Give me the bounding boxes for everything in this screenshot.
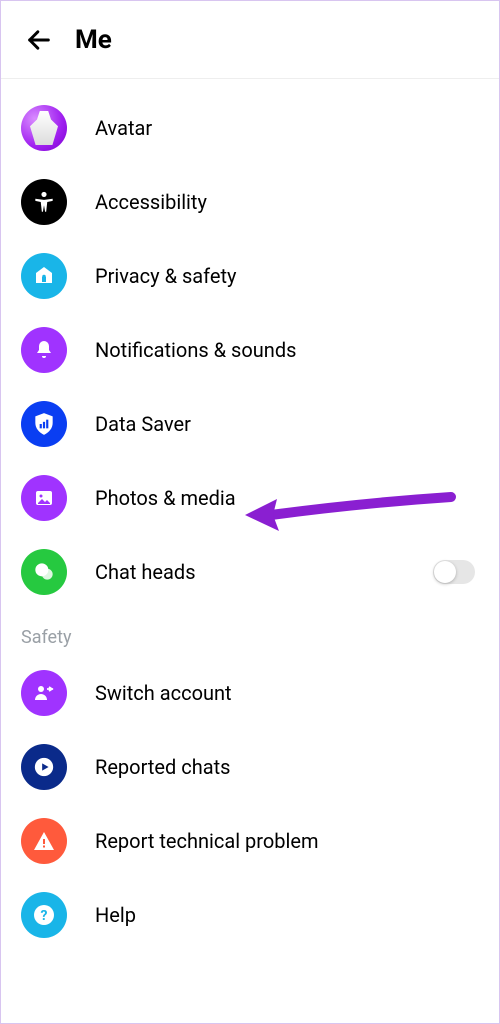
- row-label: Help: [95, 903, 136, 927]
- row-label: Avatar: [95, 116, 152, 140]
- row-label: Chat heads: [95, 560, 196, 584]
- shield-bars-icon: [21, 401, 67, 447]
- row-privacy-safety[interactable]: Privacy & safety: [1, 239, 499, 313]
- row-accessibility[interactable]: Accessibility: [1, 165, 499, 239]
- row-data-saver[interactable]: Data Saver: [1, 387, 499, 461]
- row-help[interactable]: ? Help: [1, 878, 499, 952]
- photo-icon: [21, 475, 67, 521]
- chat-heads-toggle[interactable]: [433, 560, 475, 584]
- row-notifications[interactable]: Notifications & sounds: [1, 313, 499, 387]
- header: Me: [1, 1, 499, 79]
- back-button[interactable]: [19, 20, 59, 60]
- chat-heads-icon: [21, 549, 67, 595]
- row-label: Report technical problem: [95, 829, 319, 853]
- row-switch-account[interactable]: Switch account: [1, 656, 499, 730]
- row-label: Notifications & sounds: [95, 338, 296, 362]
- row-reported-chats[interactable]: Reported chats: [1, 730, 499, 804]
- warning-icon: [21, 818, 67, 864]
- section-safety: Safety: [1, 609, 499, 656]
- page-title: Me: [75, 25, 112, 55]
- flag-icon: [21, 744, 67, 790]
- bell-icon: [21, 327, 67, 373]
- switch-account-icon: [21, 670, 67, 716]
- help-icon: ?: [21, 892, 67, 938]
- arrow-left-icon: [25, 26, 53, 54]
- home-lock-icon: [21, 253, 67, 299]
- row-label: Reported chats: [95, 755, 230, 779]
- row-chat-heads[interactable]: Chat heads: [1, 535, 499, 609]
- row-photos-media[interactable]: Photos & media: [1, 461, 499, 535]
- row-label: Accessibility: [95, 190, 207, 214]
- settings-list: Avatar Accessibility Privacy & safety No…: [1, 79, 499, 952]
- row-label: Data Saver: [95, 412, 191, 436]
- toggle-knob: [434, 561, 456, 583]
- row-report-problem[interactable]: Report technical problem: [1, 804, 499, 878]
- row-label: Switch account: [95, 681, 232, 705]
- accessibility-icon: [21, 179, 67, 225]
- row-avatar[interactable]: Avatar: [1, 91, 499, 165]
- avatar-icon: [21, 105, 67, 151]
- row-label: Photos & media: [95, 486, 236, 510]
- svg-text:?: ?: [41, 908, 48, 924]
- row-label: Privacy & safety: [95, 264, 237, 288]
